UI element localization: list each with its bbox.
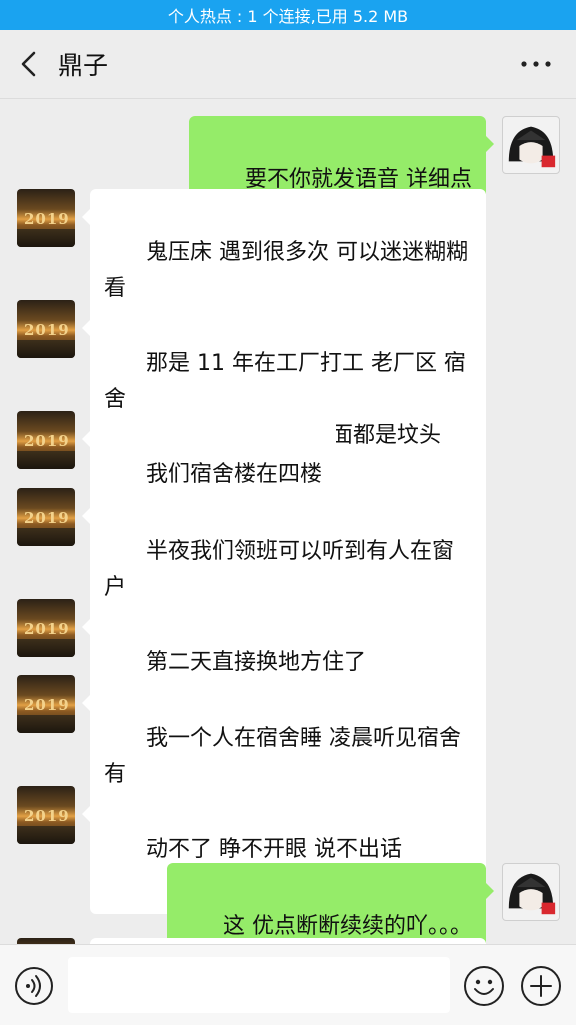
- message-bubble[interactable]: 这 优点断断续续的吖。。。: [167, 863, 494, 944]
- avatar-landscape: [17, 715, 75, 733]
- message-input[interactable]: [68, 957, 450, 1013]
- my-avatar[interactable]: [502, 116, 560, 174]
- chat-header: 鼎子: [0, 30, 576, 99]
- my-avatar[interactable]: [502, 863, 560, 921]
- contact-avatar[interactable]: 2019: [17, 189, 75, 247]
- avatar-landscape: [17, 451, 75, 469]
- avatar-landscape: [17, 826, 75, 844]
- chevron-left-icon[interactable]: [14, 48, 46, 80]
- avatar-year-text: 2019: [24, 509, 70, 527]
- contact-avatar[interactable]: 2019: [17, 599, 75, 657]
- avatar-year-text: 2019: [24, 321, 70, 339]
- contact-avatar[interactable]: 2019: [17, 300, 75, 358]
- contact-avatar[interactable]: 2019: [17, 675, 75, 733]
- avatar-year-text: 2019: [24, 807, 70, 825]
- hotspot-status-bar[interactable]: 个人热点 : 1 个连接,已用 5.2 MB: [0, 0, 576, 30]
- avatar-year-text: 2019: [24, 696, 70, 714]
- avatar-year-text: 2019: [24, 432, 70, 450]
- hotspot-status-text: 个人热点 : 1 个连接,已用 5.2 MB: [167, 7, 409, 26]
- message-text: 第二天直接换地方住了: [145, 650, 366, 675]
- message-text: 动不了 睁不开眼 说不出话: [145, 837, 402, 862]
- chat-message-list[interactable]: 要不你就发语音 详细点 2019 鬼压床 遇到很多次 可以迷迷糊糊看 到屋里站着…: [0, 99, 576, 944]
- avatar-year-text: 2019: [24, 620, 70, 638]
- contact-avatar[interactable]: 2019: [17, 488, 75, 546]
- avatar-landscape: [17, 229, 75, 247]
- avatar-year-text: 2019: [24, 210, 70, 228]
- message-text: 我们宿舍楼在四楼: [145, 462, 322, 487]
- avatar-landscape: [17, 639, 75, 657]
- message-text: 这 优点断断续续的吖。。。: [223, 914, 472, 939]
- avatar-landscape: [17, 340, 75, 358]
- chat-input-bar: [0, 944, 576, 1025]
- avatar-illustration-icon: [508, 873, 556, 915]
- contact-avatar[interactable]: 2019: [17, 411, 75, 469]
- add-icon[interactable]: [520, 965, 562, 1007]
- avatar-illustration-icon: [508, 126, 556, 168]
- chat-title: 鼎子: [58, 51, 109, 80]
- emoji-icon[interactable]: [463, 965, 505, 1007]
- voice-icon[interactable]: [14, 966, 54, 1006]
- more-dots-icon[interactable]: [518, 50, 554, 78]
- contact-avatar[interactable]: 2019: [17, 786, 75, 844]
- avatar-landscape: [17, 528, 75, 546]
